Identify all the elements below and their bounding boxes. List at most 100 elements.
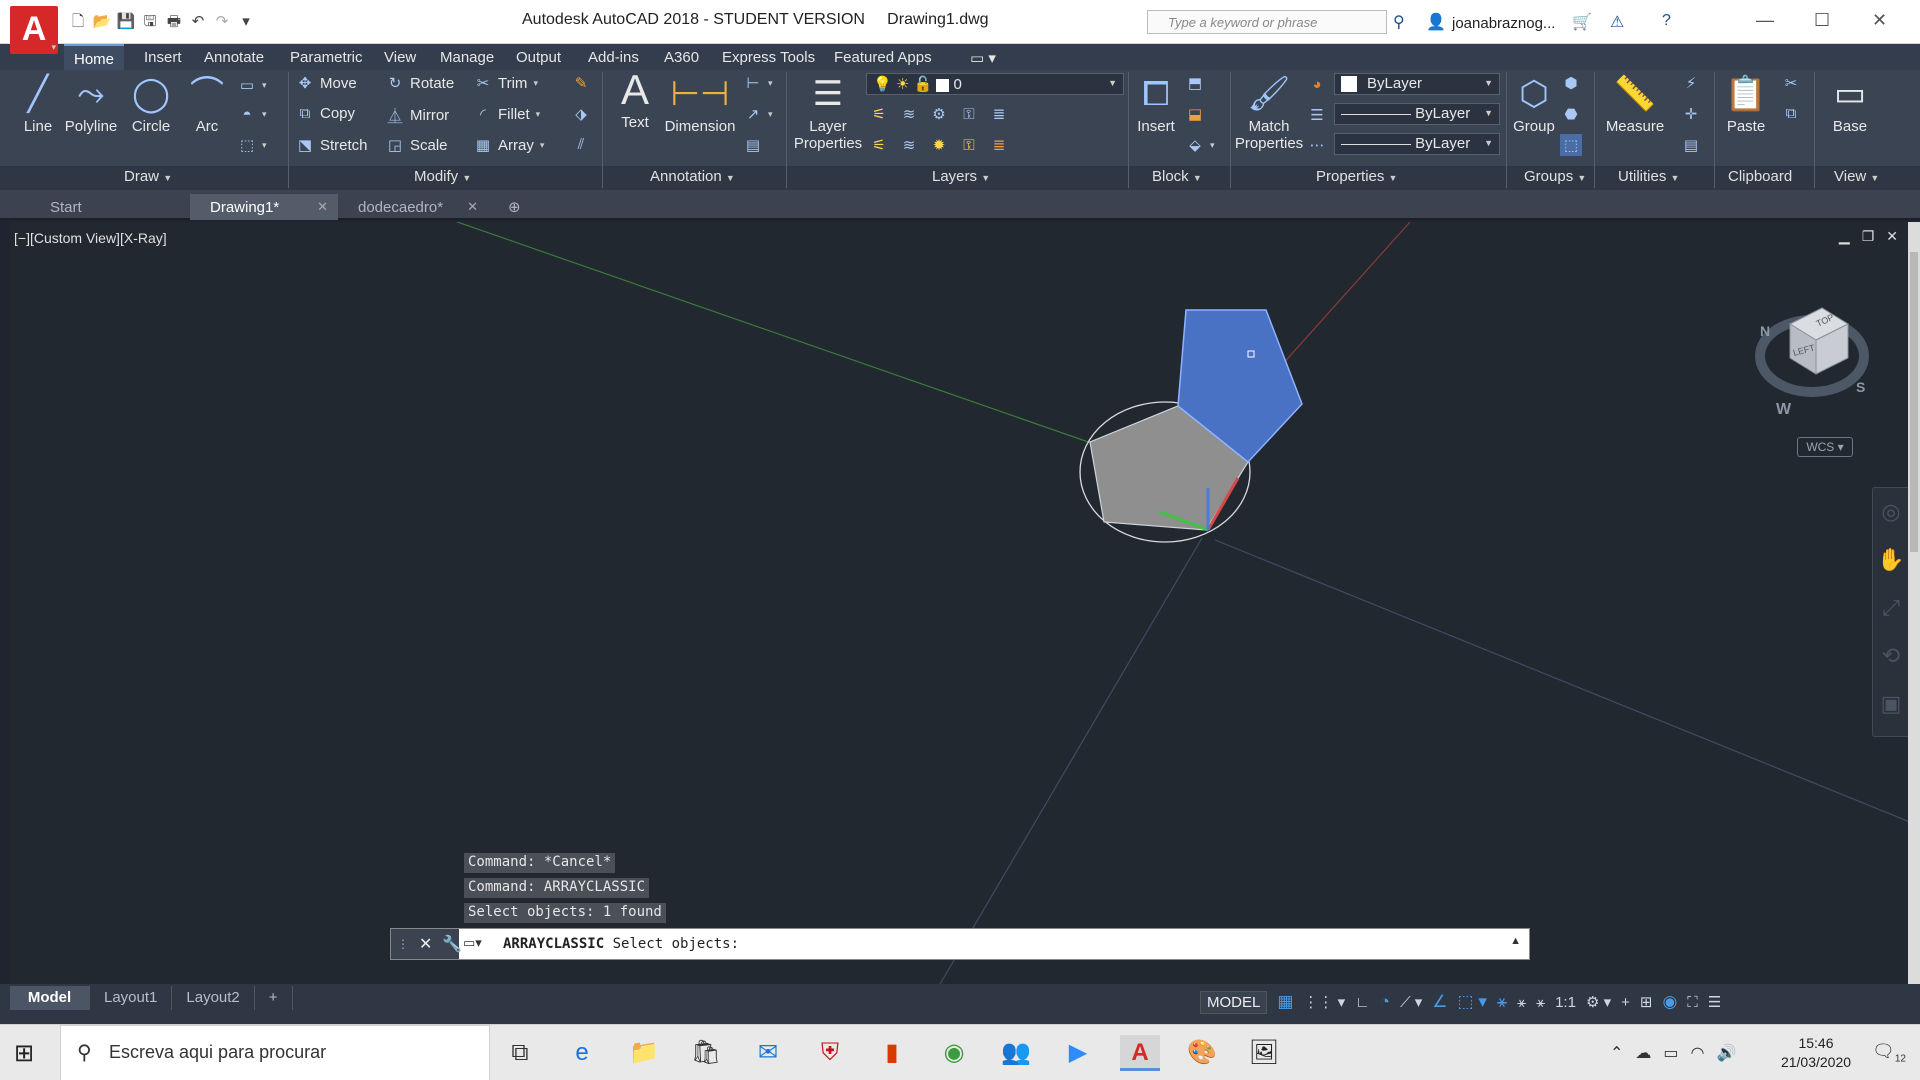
volume-icon[interactable]: 🔊 (1717, 1043, 1737, 1063)
layer-walk-icon[interactable]: ≣ (990, 136, 1008, 154)
rectangle-button[interactable]: ▭ ▾ (238, 76, 267, 94)
binoculars-icon[interactable]: ⚲ (1393, 12, 1405, 32)
match-properties-button[interactable]: 🖌 Match Properties (1234, 74, 1304, 152)
annotation-panel-title[interactable]: Annotation ▼ (650, 168, 735, 188)
drawing-viewport[interactable]: [−][Custom View][X-Ray] ▁ ❐ ✕ TOP LEFT N… (10, 222, 1910, 984)
store-icon[interactable]: 🛍 (686, 1035, 726, 1071)
ungroup-button[interactable]: ⬢ (1562, 74, 1580, 92)
customization-menu-icon[interactable]: ☰ (1708, 993, 1721, 1011)
draw-panel-title[interactable]: Draw ▼ (124, 168, 172, 188)
viewport-minimize-icon[interactable]: ▁ (1839, 228, 1850, 245)
compass-west-label[interactable]: W (1776, 401, 1792, 418)
line-button[interactable]: ╱ Line (14, 74, 62, 135)
viewport-controls-label[interactable]: [−][Custom View][X-Ray] (14, 230, 167, 246)
new-icon[interactable]: 🗋 (68, 12, 88, 32)
saveas-icon[interactable]: 🖫 (140, 12, 160, 32)
move-button[interactable]: ✥ Move (296, 74, 357, 93)
dimension-button[interactable]: ⊢⊣ Dimension (662, 74, 738, 135)
paint-icon[interactable]: 🎨 (1182, 1035, 1222, 1071)
text-button[interactable]: A Text (612, 69, 658, 132)
command-input[interactable]: ARRAYCLASSIC Select objects: (503, 936, 739, 952)
doc-tab-drawing1[interactable]: Drawing1* ✕ (190, 194, 338, 220)
paste-button[interactable]: 📋 Paste (1718, 74, 1774, 135)
grid-icon[interactable]: ▦ (1277, 992, 1293, 1012)
leader-button[interactable]: ↗ ▾ (744, 105, 773, 123)
linetype-dropdown[interactable]: ByLayer ▼ (1334, 133, 1500, 155)
id-point-button[interactable]: ✛ (1682, 105, 1700, 123)
stretch-button[interactable]: ⬔ Stretch (296, 136, 368, 155)
group-select-button[interactable]: ⬚ (1560, 134, 1582, 156)
annotation-autoscale-icon[interactable]: ⚹ (1517, 994, 1526, 1011)
mirror-button[interactable]: ⏅ Mirror (386, 105, 449, 126)
layout-tab-model[interactable]: Model (10, 986, 90, 1010)
circle-button[interactable]: ◯ Circle (126, 74, 176, 135)
mcafee-icon[interactable]: ⛨ (810, 1035, 850, 1071)
hatch-button[interactable]: ◓ ▾ (238, 106, 266, 123)
trim-button[interactable]: ✂ Trim ▾ (474, 74, 538, 93)
tab-express-tools[interactable]: Express Tools (712, 44, 825, 70)
layer-dropdown[interactable]: 💡 ☀ 🔓 0 ▼ (866, 73, 1124, 95)
taskbar-search-box[interactable]: ⚲ Escreva aqui para procurar (60, 1025, 490, 1080)
battery-icon[interactable]: ▭ (1663, 1043, 1678, 1063)
add-layout-button[interactable]: + (255, 986, 293, 1010)
linear-dim-button[interactable]: ⊢ ▾ (744, 74, 772, 92)
viewport-restore-icon[interactable]: ❐ (1862, 228, 1875, 245)
tab-featured-apps[interactable]: Featured Apps (824, 44, 942, 70)
modify-panel-title[interactable]: Modify ▼ (414, 168, 471, 188)
rotate-button[interactable]: ↻ Rotate (386, 74, 455, 93)
edge-icon[interactable]: e (562, 1035, 602, 1071)
group-edit-button[interactable]: ⬣ (1562, 105, 1580, 123)
layer-on-icon[interactable]: ⚟ (870, 136, 888, 154)
layer-off-icon[interactable]: ⚟ (870, 105, 888, 123)
workspace-gear-icon[interactable]: ⚙ ▾ (1586, 993, 1611, 1011)
file-explorer-icon[interactable]: 📁 (624, 1035, 664, 1071)
redo-icon[interactable]: ↷ (212, 12, 232, 32)
zoom-icon[interactable]: ▶ (1058, 1035, 1098, 1071)
wcs-menu-button[interactable]: WCS ▾ (1797, 437, 1853, 457)
command-line[interactable]: ⋮ ✕ 🔧 ▭▾ ARRAYCLASSIC Select objects: ▲ (390, 928, 1530, 960)
tab-parametric[interactable]: Parametric (280, 44, 373, 70)
annotation-scale-value[interactable]: 1:1 (1555, 994, 1576, 1011)
tab-output[interactable]: Output (506, 44, 571, 70)
edit-block-button[interactable]: ⬓ (1186, 105, 1204, 123)
ortho-icon[interactable]: ∟ (1355, 994, 1370, 1011)
new-tab-button[interactable]: ⊕ (498, 194, 531, 220)
polyline-button[interactable]: ⤳ Polyline (62, 74, 120, 135)
create-block-button[interactable]: ⬒ (1186, 74, 1204, 92)
cut-button[interactable]: ✂ (1782, 74, 1800, 92)
cart-icon[interactable]: 🛒 (1572, 12, 1592, 32)
tab-annotate[interactable]: Annotate (194, 44, 274, 70)
annotation-visibility-icon[interactable]: ⚹ (1497, 992, 1507, 1012)
tab-home[interactable]: Home (64, 44, 125, 70)
open-icon[interactable]: 📂 (92, 12, 112, 32)
explode-button[interactable]: ⬗ (572, 105, 590, 123)
teams-icon[interactable]: 👥 (996, 1035, 1036, 1071)
plot-icon[interactable]: 🖶 (164, 12, 184, 32)
command-prompt-icon[interactable]: ▭▾ (463, 935, 482, 951)
zoom-extents-icon[interactable]: ⤢ (1873, 584, 1909, 632)
close-button[interactable]: ✕ (1872, 10, 1887, 31)
compass-south-label[interactable]: S (1856, 379, 1865, 395)
compass-north-label[interactable]: N (1760, 323, 1770, 339)
task-view-icon[interactable]: ⧉ (500, 1035, 540, 1071)
base-view-button[interactable]: ▭ Base (1822, 74, 1878, 135)
lineweight-dropdown[interactable]: ByLayer ▼ (1334, 103, 1500, 125)
lineweight-icon[interactable]: ☰ (1308, 106, 1326, 124)
mail-icon[interactable]: ✉ (748, 1035, 788, 1071)
viewcube[interactable]: TOP LEFT N S W (1752, 294, 1872, 434)
layer-freeze-icon[interactable]: ⚙ (930, 105, 948, 123)
measure-button[interactable]: 📏 Measure (1600, 74, 1670, 135)
properties-panel-title[interactable]: Properties ▼ (1316, 168, 1397, 188)
layer-thaw-icon[interactable]: ✹ (930, 136, 948, 154)
annotation-scale-icon[interactable]: ⚹ (1536, 994, 1545, 1011)
model-space-toggle[interactable]: MODEL (1200, 990, 1268, 1014)
isodraft-icon[interactable]: ⟋ ▾ (1400, 993, 1422, 1011)
layer-isolate-icon[interactable]: ≋ (900, 105, 918, 123)
ribbon-minimize-icon[interactable]: ▭ ▾ (960, 44, 1006, 70)
group-button[interactable]: ⬡ Group (1508, 74, 1560, 135)
units-icon[interactable]: ⊞ (1640, 993, 1653, 1011)
block-panel-title[interactable]: Block ▼ (1152, 168, 1202, 188)
doc-tab-dodecaedro[interactable]: dodecaedro* ✕ (338, 194, 488, 220)
undo-icon[interactable]: ↶ (188, 12, 208, 32)
close-icon[interactable]: ✕ (317, 199, 328, 215)
